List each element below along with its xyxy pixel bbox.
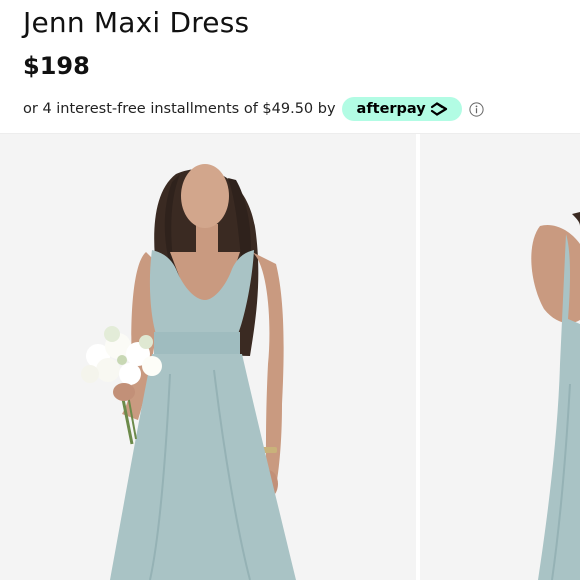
info-circle-icon[interactable] xyxy=(469,101,484,117)
afterpay-label: afterpay xyxy=(356,101,426,117)
model-photo xyxy=(0,134,416,580)
model-photo-second xyxy=(420,134,580,580)
installments-text: or 4 interest-free installments of $49.5… xyxy=(23,101,336,117)
afterpay-arrows-icon xyxy=(430,102,447,116)
gallery-image-main[interactable] xyxy=(0,134,416,580)
product-title: Jenn Maxi Dress xyxy=(23,6,250,39)
afterpay-installments: or 4 interest-free installments of $49.5… xyxy=(23,96,484,122)
afterpay-badge[interactable]: afterpay xyxy=(341,97,462,121)
product-price: $198 xyxy=(23,52,90,80)
gallery-image-next[interactable] xyxy=(420,134,580,580)
product-gallery[interactable] xyxy=(0,134,580,580)
